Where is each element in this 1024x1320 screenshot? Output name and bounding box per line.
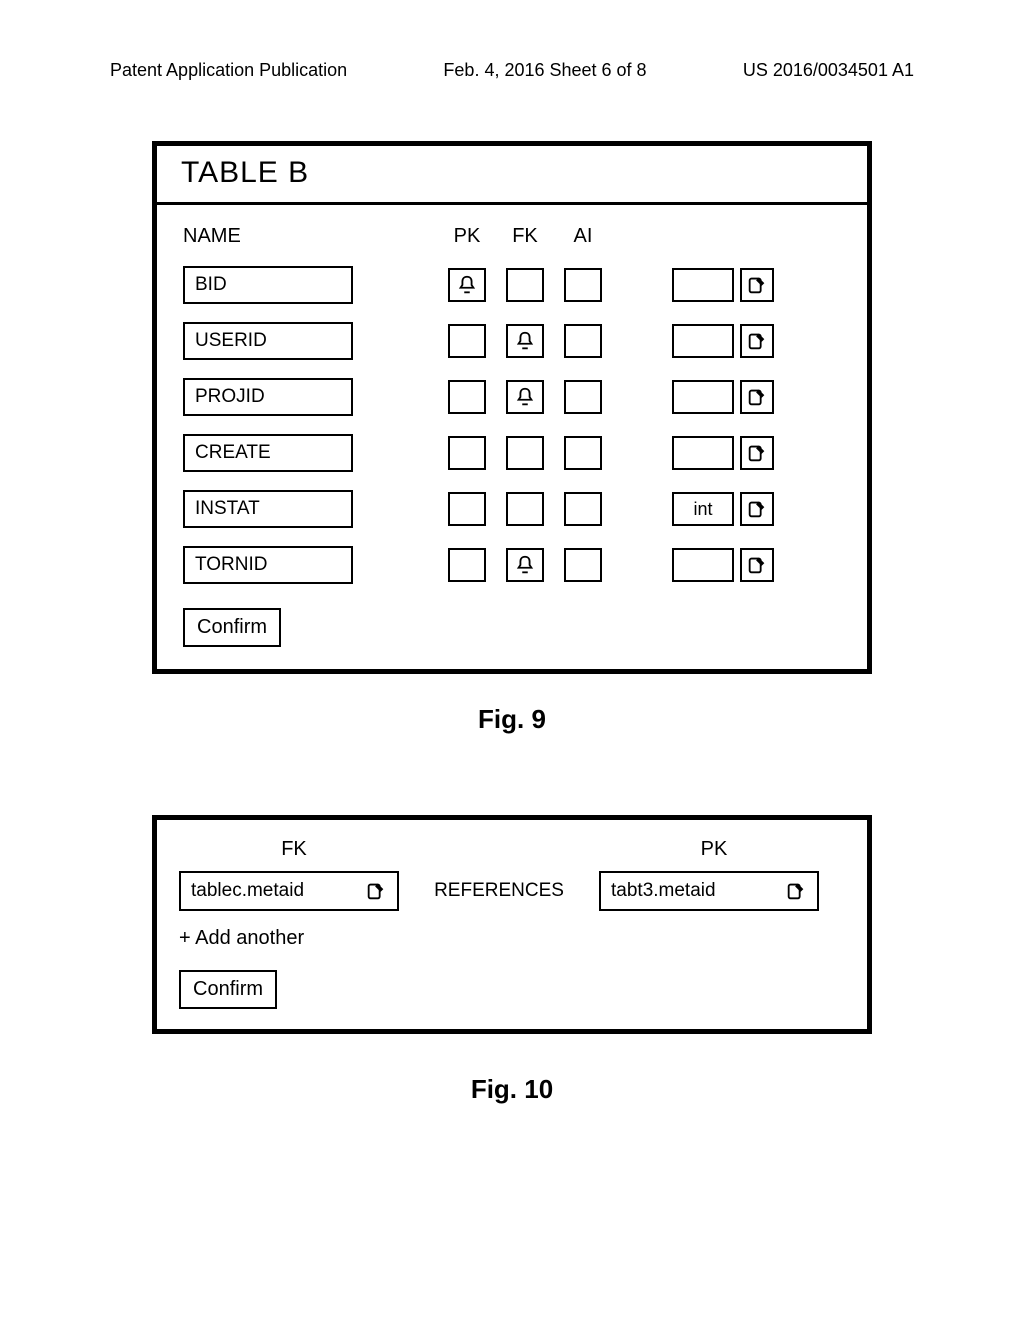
type-input[interactable]: int — [672, 492, 734, 526]
table-row: BID — [183, 266, 841, 304]
field-name-input[interactable]: CREATE — [183, 434, 353, 472]
col-pk-header: PK — [438, 225, 496, 248]
fk-checkbox[interactable] — [506, 548, 544, 582]
field-name-input[interactable]: USERID — [183, 322, 353, 360]
type-input[interactable] — [672, 380, 734, 414]
field-name-input[interactable]: INSTAT — [183, 490, 353, 528]
pk-checkbox[interactable] — [448, 324, 486, 358]
add-another-button[interactable]: + Add another — [179, 927, 845, 950]
confirm-button[interactable]: Confirm — [183, 608, 281, 647]
fig10-caption: Fig. 10 — [110, 1074, 914, 1105]
table-row: PROJID — [183, 378, 841, 416]
fk-checkbox[interactable] — [506, 492, 544, 526]
bell-icon — [514, 554, 536, 576]
ai-checkbox[interactable] — [564, 268, 602, 302]
confirm-button[interactable]: Confirm — [179, 970, 277, 1009]
header-right: US 2016/0034501 A1 — [743, 60, 914, 81]
edit-button[interactable] — [740, 436, 774, 470]
pk-checkbox[interactable] — [448, 436, 486, 470]
pk-input[interactable]: tabt3.metaid — [599, 871, 819, 911]
edit-button[interactable] — [740, 492, 774, 526]
header-center: Feb. 4, 2016 Sheet 6 of 8 — [443, 60, 646, 81]
fig9-caption: Fig. 9 — [110, 704, 914, 735]
type-input[interactable] — [672, 324, 734, 358]
note-edit-icon — [365, 880, 387, 902]
table-row: TORNID — [183, 546, 841, 584]
pk-checkbox[interactable] — [448, 380, 486, 414]
note-edit-icon — [746, 330, 768, 352]
fk-checkbox[interactable] — [506, 324, 544, 358]
type-input[interactable] — [672, 548, 734, 582]
note-edit-icon — [746, 554, 768, 576]
fk-input[interactable]: tablec.metaid — [179, 871, 399, 911]
bell-icon — [514, 386, 536, 408]
fk-checkbox[interactable] — [506, 380, 544, 414]
note-edit-icon — [746, 498, 768, 520]
header-left: Patent Application Publication — [110, 60, 347, 81]
references-label: REFERENCES — [399, 880, 599, 902]
fig9-column-headers: NAME PK FK AI — [183, 225, 841, 248]
fig9-body: NAME PK FK AI BID — [157, 205, 867, 669]
bell-icon — [456, 274, 478, 296]
page-header: Patent Application Publication Feb. 4, 2… — [110, 60, 914, 81]
ai-checkbox[interactable] — [564, 324, 602, 358]
fig9-title: TABLE B — [157, 146, 867, 205]
type-input[interactable] — [672, 268, 734, 302]
col-name-header: NAME — [183, 225, 438, 248]
edit-button[interactable] — [740, 380, 774, 414]
ai-checkbox[interactable] — [564, 492, 602, 526]
fk-value: tablec.metaid — [191, 880, 365, 902]
ai-checkbox[interactable] — [564, 380, 602, 414]
pk-header: PK — [599, 838, 829, 861]
table-row: CREATE — [183, 434, 841, 472]
field-name-input[interactable]: TORNID — [183, 546, 353, 584]
pk-value: tabt3.metaid — [611, 880, 785, 902]
field-name-input[interactable]: PROJID — [183, 378, 353, 416]
ai-checkbox[interactable] — [564, 436, 602, 470]
edit-button[interactable] — [740, 548, 774, 582]
edit-button[interactable] — [740, 324, 774, 358]
note-edit-icon — [785, 880, 807, 902]
ai-checkbox[interactable] — [564, 548, 602, 582]
bell-icon — [514, 330, 536, 352]
note-edit-icon — [746, 386, 768, 408]
col-ai-header: AI — [554, 225, 612, 248]
edit-button[interactable] — [740, 268, 774, 302]
pk-checkbox[interactable] — [448, 548, 486, 582]
fk-header: FK — [179, 838, 409, 861]
note-edit-icon — [746, 442, 768, 464]
table-row: INSTAT int — [183, 490, 841, 528]
page: Patent Application Publication Feb. 4, 2… — [0, 0, 1024, 1185]
field-name-input[interactable]: BID — [183, 266, 353, 304]
note-edit-icon — [746, 274, 768, 296]
pk-checkbox[interactable] — [448, 492, 486, 526]
reference-row: tablec.metaid REFERENCES tabt3.metaid — [179, 871, 845, 911]
type-input[interactable] — [672, 436, 734, 470]
fk-checkbox[interactable] — [506, 436, 544, 470]
col-fk-header: FK — [496, 225, 554, 248]
fig10-headers: FK PK — [179, 838, 845, 861]
fig9-panel: TABLE B NAME PK FK AI BID — [152, 141, 872, 674]
fig10-panel: FK PK tablec.metaid REFERENCES tabt3.met… — [152, 815, 872, 1034]
table-row: USERID — [183, 322, 841, 360]
fk-checkbox[interactable] — [506, 268, 544, 302]
pk-checkbox[interactable] — [448, 268, 486, 302]
